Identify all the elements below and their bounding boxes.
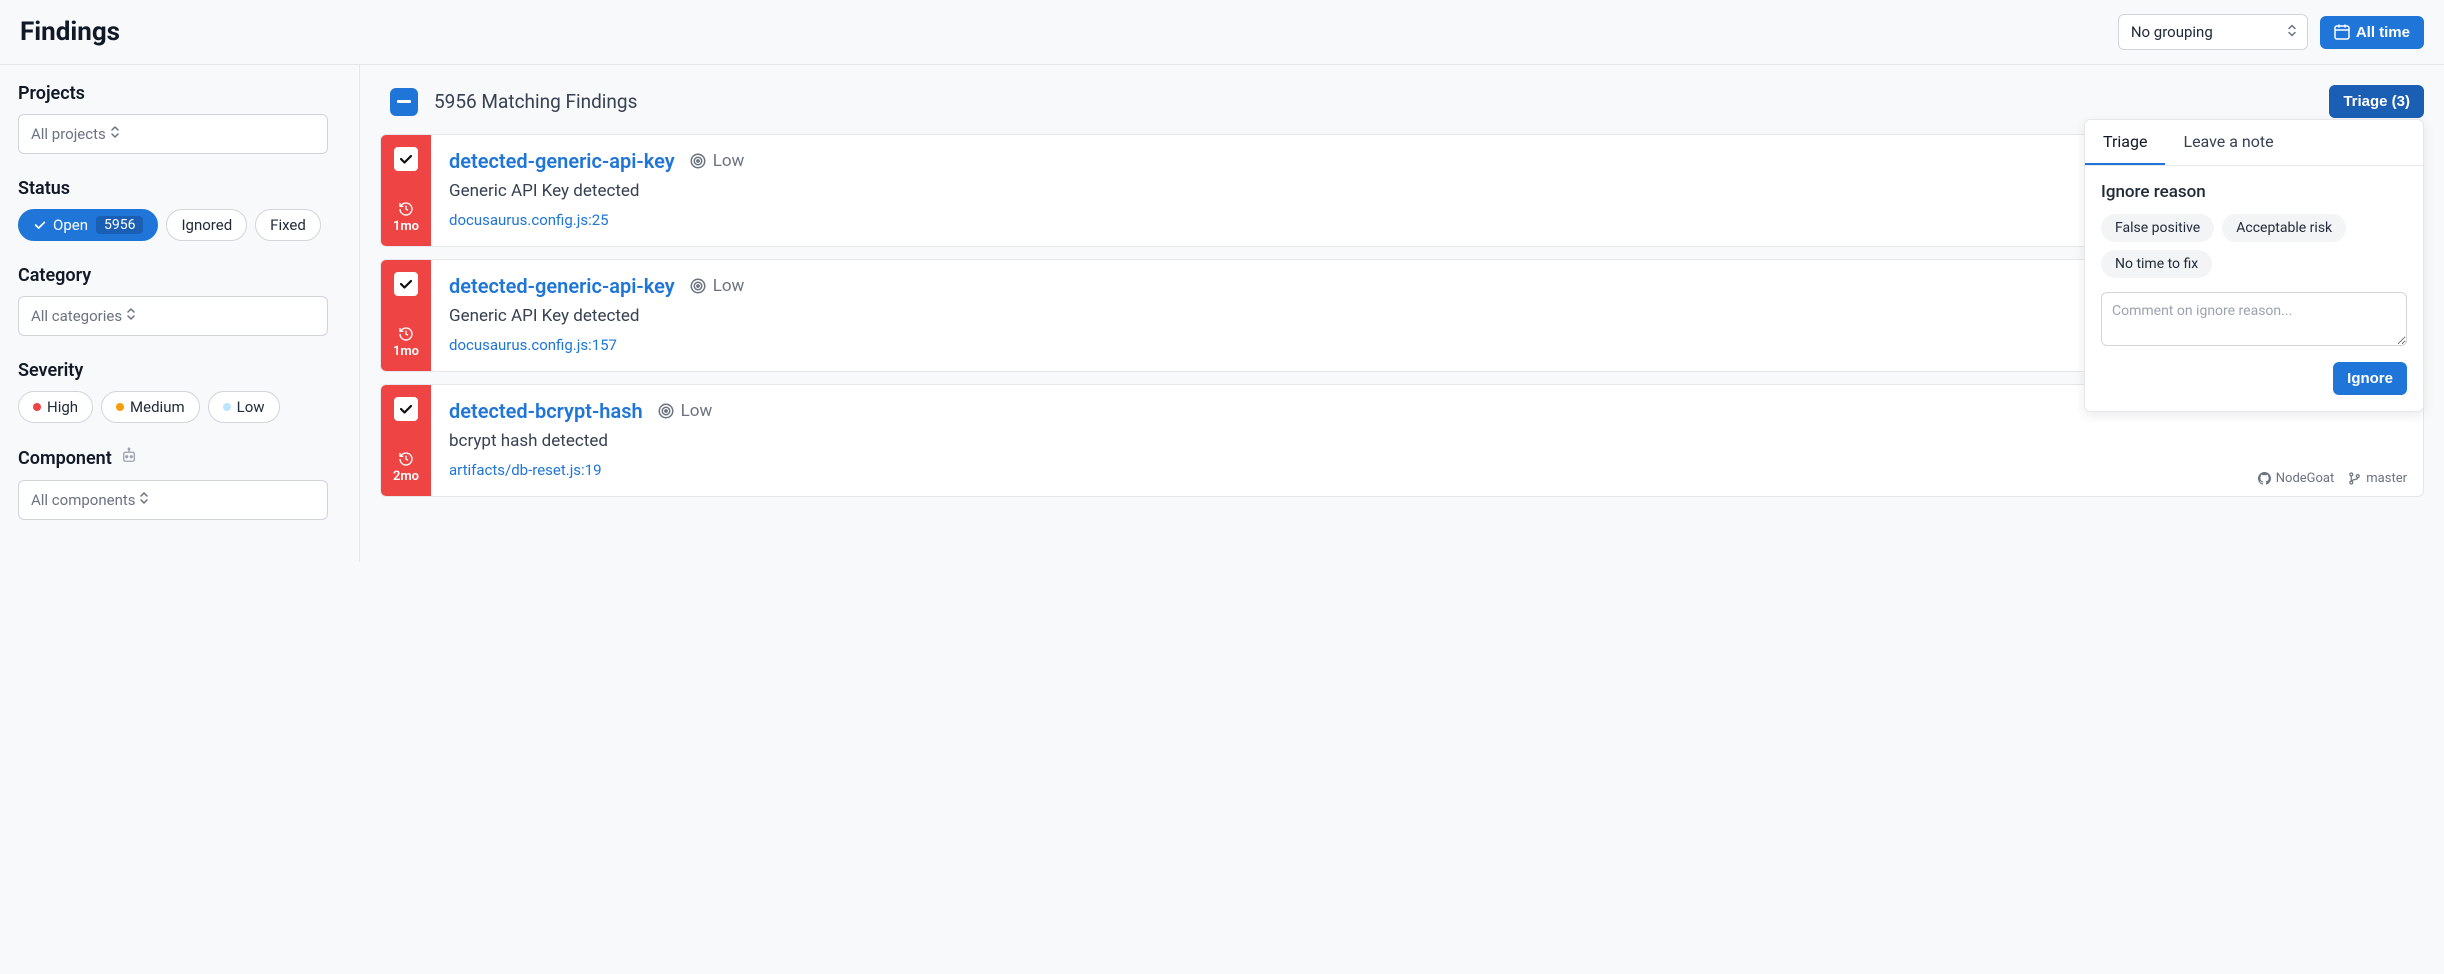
status-ignored-pill[interactable]: Ignored xyxy=(166,209,247,241)
check-icon xyxy=(398,151,414,167)
severity-medium-pill[interactable]: Medium xyxy=(101,391,200,423)
triage-button-label: Triage (3) xyxy=(2343,93,2410,110)
grouping-select[interactable]: No grouping xyxy=(2118,14,2308,50)
topbar-controls: No grouping All time xyxy=(2118,14,2424,50)
finding-title-link[interactable]: detected-generic-api-key xyxy=(449,274,675,298)
finding-location-link[interactable]: docusaurus.config.js:157 xyxy=(449,336,617,354)
projects-select[interactable]: All projects xyxy=(18,114,328,154)
finding-location-link[interactable]: docusaurus.config.js:25 xyxy=(449,211,609,229)
finding-title-link[interactable]: detected-generic-api-key xyxy=(449,149,675,173)
triage-panel: Triage Leave a note Ignore reason False … xyxy=(2084,119,2424,412)
severity-indicator: Low xyxy=(689,151,745,171)
grouping-value: No grouping xyxy=(2131,23,2213,41)
github-icon xyxy=(2258,472,2271,485)
chevron-updown-icon xyxy=(139,491,149,509)
severity-low-label: Low xyxy=(237,398,265,416)
dot-orange-icon xyxy=(116,403,124,411)
branch-icon xyxy=(2348,472,2361,485)
chevron-updown-icon xyxy=(2287,24,2297,41)
component-heading: Component xyxy=(18,447,341,470)
minus-icon xyxy=(397,100,411,103)
time-range-label: All time xyxy=(2356,24,2410,41)
branch-link[interactable]: master xyxy=(2348,471,2407,486)
tab-leave-note[interactable]: Leave a note xyxy=(2165,120,2291,165)
category-placeholder: All categories xyxy=(31,307,122,325)
finding-age: 1mo xyxy=(393,326,419,359)
finding-meta: NodeGoat master xyxy=(2258,471,2407,486)
finding-side: 1mo xyxy=(381,260,431,371)
finding-side: 2mo xyxy=(381,385,431,496)
finding-location-link[interactable]: artifacts/db-reset.js:19 xyxy=(449,461,602,479)
main-content: 5956 Matching Findings Triage (3) 1mo de… xyxy=(360,65,2444,562)
topbar: Findings No grouping All time xyxy=(0,0,2444,65)
triage-button[interactable]: Triage (3) xyxy=(2329,85,2424,118)
ignore-comment-input[interactable] xyxy=(2101,292,2407,346)
status-heading: Status xyxy=(18,178,341,199)
page-title: Findings xyxy=(20,17,120,47)
triage-tabs: Triage Leave a note xyxy=(2085,120,2423,166)
category-heading: Category xyxy=(18,265,341,286)
finding-age: 2mo xyxy=(393,451,419,484)
repo-link[interactable]: NodeGoat xyxy=(2258,471,2335,486)
filter-status: Status Open 5956 Ignored Fixed xyxy=(18,178,341,241)
severity-low-pill[interactable]: Low xyxy=(208,391,280,423)
check-icon xyxy=(398,401,414,417)
severity-heading: Severity xyxy=(18,360,341,381)
tab-triage[interactable]: Triage xyxy=(2085,120,2165,165)
match-count-text: 5956 Matching Findings xyxy=(434,90,637,113)
status-open-label: Open xyxy=(53,216,88,234)
component-select[interactable]: All components xyxy=(18,480,328,520)
filter-projects: Projects All projects xyxy=(18,83,341,154)
finding-age: 1mo xyxy=(393,201,419,234)
severity-high-label: High xyxy=(47,398,78,416)
filter-category: Category All categories xyxy=(18,265,341,336)
category-select[interactable]: All categories xyxy=(18,296,328,336)
robot-icon xyxy=(120,447,138,470)
dot-blue-icon xyxy=(223,403,231,411)
severity-medium-label: Medium xyxy=(130,398,185,416)
calendar-icon xyxy=(2334,24,2350,40)
finding-title-link[interactable]: detected-bcrypt-hash xyxy=(449,399,643,423)
reason-no-time[interactable]: No time to fix xyxy=(2101,250,2212,278)
target-icon xyxy=(689,277,707,295)
status-fixed-pill[interactable]: Fixed xyxy=(255,209,321,241)
check-icon xyxy=(33,218,47,232)
status-fixed-label: Fixed xyxy=(270,216,306,234)
reason-acceptable-risk[interactable]: Acceptable risk xyxy=(2222,214,2346,242)
dot-red-icon xyxy=(33,403,41,411)
component-placeholder: All components xyxy=(31,491,136,509)
history-icon xyxy=(398,201,414,217)
chevron-updown-icon xyxy=(126,307,136,325)
finding-checkbox[interactable] xyxy=(394,272,418,296)
projects-placeholder: All projects xyxy=(31,125,106,143)
check-icon xyxy=(398,276,414,292)
finding-checkbox[interactable] xyxy=(394,147,418,171)
filter-severity: Severity High Medium Low xyxy=(18,360,341,423)
finding-checkbox[interactable] xyxy=(394,397,418,421)
reason-false-positive[interactable]: False positive xyxy=(2101,214,2214,242)
finding-side: 1mo xyxy=(381,135,431,246)
target-icon xyxy=(657,402,675,420)
status-ignored-label: Ignored xyxy=(181,216,232,234)
history-icon xyxy=(398,326,414,342)
ignore-reason-heading: Ignore reason xyxy=(2101,182,2407,202)
chevron-updown-icon xyxy=(110,125,120,143)
severity-indicator: Low xyxy=(657,401,713,421)
projects-heading: Projects xyxy=(18,83,341,104)
status-open-pill[interactable]: Open 5956 xyxy=(18,209,158,241)
severity-high-pill[interactable]: High xyxy=(18,391,93,423)
select-all-checkbox[interactable] xyxy=(390,88,418,116)
finding-description: bcrypt hash detected xyxy=(449,431,2405,451)
ignore-button[interactable]: Ignore xyxy=(2333,362,2407,395)
filter-component: Component All components xyxy=(18,447,341,520)
status-open-count: 5956 xyxy=(96,216,143,234)
target-icon xyxy=(689,152,707,170)
history-icon xyxy=(398,451,414,467)
severity-indicator: Low xyxy=(689,276,745,296)
time-range-button[interactable]: All time xyxy=(2320,16,2424,49)
filters-sidebar: Projects All projects Status Open 5956 I… xyxy=(0,65,360,562)
